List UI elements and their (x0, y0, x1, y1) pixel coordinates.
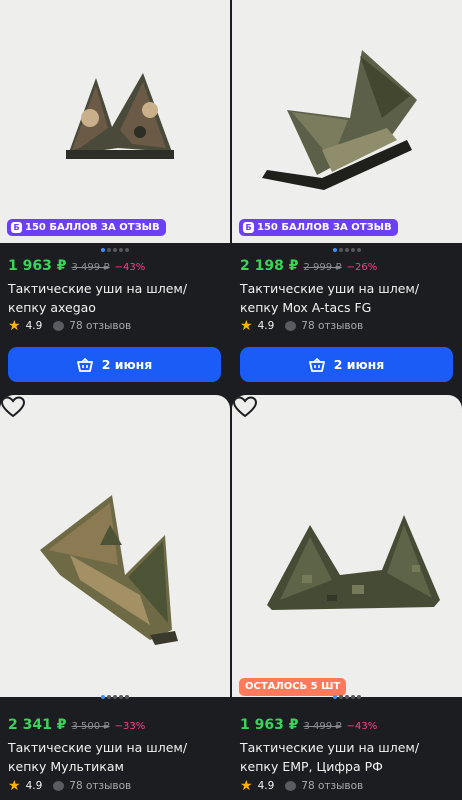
heart-icon[interactable] (232, 395, 258, 419)
heart-icon[interactable] (0, 395, 26, 419)
old-price: 3 499 ₽ (71, 262, 110, 273)
product-title[interactable]: Тактические уши на шлем/кепку Мультикам (8, 738, 224, 776)
current-price: 1 963 ₽ (240, 717, 299, 733)
chat-bubble-icon (285, 321, 297, 331)
delivery-date: 2 июня (333, 357, 385, 372)
discount: −43% (114, 262, 146, 273)
price-row: 2 341 ₽ 3 500 ₽ −33% (8, 717, 145, 733)
rating-value: 4.9 (257, 320, 275, 332)
cart-icon (76, 357, 93, 372)
old-price: 3 500 ₽ (71, 721, 110, 732)
old-price: 3 499 ₽ (303, 721, 342, 732)
review-points-badge: Б 150 БАЛЛОВ ЗА ОТЗЫВ (7, 219, 166, 236)
product-card[interactable]: Б 150 БАЛЛОВ ЗА ОТЗЫВ 1 963 ₽ 3 499 ₽ −4… (0, 0, 230, 393)
rating-value: 4.9 (257, 780, 275, 792)
pager-dot (119, 248, 123, 252)
pager-dot (339, 248, 343, 252)
points-icon: Б (243, 222, 254, 233)
pager-dot (357, 695, 361, 699)
pager-dot (357, 248, 361, 252)
reviews-count[interactable]: 78 отзывов (69, 320, 131, 332)
rating-row: ★ 4.9 78 отзывов (8, 779, 131, 793)
discount: −33% (114, 721, 146, 732)
product-image-axegao (66, 73, 174, 159)
product-photo[interactable]: Б 150 БАЛЛОВ ЗА ОТЗЫВ (0, 0, 230, 243)
pager-dot (125, 248, 129, 252)
price-row: 2 198 ₽ 2 999 ₽ −26% (240, 258, 377, 274)
pager-dot (107, 695, 111, 699)
rating-value: 4.9 (25, 780, 43, 792)
rating-row: ★ 4.9 78 отзывов (240, 319, 363, 333)
image-pager[interactable] (232, 248, 462, 252)
rating-value: 4.9 (25, 320, 43, 332)
product-photo[interactable] (0, 395, 230, 697)
chat-bubble-icon (53, 321, 65, 331)
current-price: 2 341 ₽ (8, 717, 67, 733)
badge-label: 150 БАЛЛОВ ЗА ОТЗЫВ (257, 222, 392, 233)
rating-row: ★ 4.9 78 отзывов (8, 319, 131, 333)
pager-dot (107, 248, 111, 252)
points-icon: Б (11, 222, 22, 233)
star-icon: ★ (8, 778, 21, 794)
product-photo[interactable]: ОСТАЛОСЬ 5 ШТ (232, 395, 462, 697)
image-pager[interactable] (0, 695, 230, 699)
product-title[interactable]: Тактические уши на шлем/кепку Mox A-tacs… (240, 279, 456, 317)
pager-dot (119, 695, 123, 699)
review-points-badge: Б 150 БАЛЛОВ ЗА ОТЗЫВ (239, 219, 398, 236)
pager-dot (125, 695, 129, 699)
rating-row: ★ 4.9 78 отзывов (240, 779, 363, 793)
product-title[interactable]: Тактические уши на шлем/кепку axegao (8, 279, 224, 317)
pager-dot (345, 695, 349, 699)
product-card[interactable]: Б 150 БАЛЛОВ ЗА ОТЗЫВ 2 198 ₽ 2 999 ₽ −2… (232, 0, 462, 393)
price-row: 1 963 ₽ 3 499 ₽ −43% (240, 717, 377, 733)
product-photo[interactable]: Б 150 БАЛЛОВ ЗА ОТЗЫВ (232, 0, 462, 243)
pager-dot-active (101, 248, 105, 252)
chat-bubble-icon (285, 781, 297, 791)
product-image-multicam (40, 495, 178, 645)
discount: −43% (346, 721, 378, 732)
pager-dot-active (333, 695, 337, 699)
product-title[interactable]: Тактические уши на шлем/кепку EMP, Цифра… (240, 738, 456, 776)
add-to-cart-button[interactable]: 2 июня (240, 347, 453, 382)
price-row: 1 963 ₽ 3 499 ₽ −43% (8, 258, 145, 274)
pager-dot-active (333, 248, 337, 252)
pager-dot (113, 695, 117, 699)
product-card[interactable]: ОСТАЛОСЬ 5 ШТ 1 963 ₽ 3 499 ₽ −43% Такти… (232, 395, 462, 800)
stock-left-badge: ОСТАЛОСЬ 5 ШТ (239, 678, 347, 696)
old-price: 2 999 ₽ (303, 262, 342, 273)
pager-dot (339, 695, 343, 699)
badge-label: 150 БАЛЛОВ ЗА ОТЗЫВ (25, 222, 160, 233)
current-price: 2 198 ₽ (240, 258, 299, 274)
pager-dot (351, 695, 355, 699)
pager-dot (351, 248, 355, 252)
delivery-date: 2 июня (101, 357, 153, 372)
pager-dot-active (101, 695, 105, 699)
star-icon: ★ (240, 778, 253, 794)
reviews-count[interactable]: 78 отзывов (301, 320, 363, 332)
reviews-count[interactable]: 78 отзывов (301, 780, 363, 792)
star-icon: ★ (240, 318, 253, 334)
product-card[interactable]: 2 341 ₽ 3 500 ₽ −33% Тактические уши на … (0, 395, 230, 800)
pager-dot (345, 248, 349, 252)
cart-icon (308, 357, 325, 372)
chat-bubble-icon (53, 781, 65, 791)
image-pager[interactable] (0, 248, 230, 252)
reviews-count[interactable]: 78 отзывов (69, 780, 131, 792)
image-pager[interactable] (232, 695, 462, 699)
add-to-cart-button[interactable]: 2 июня (8, 347, 221, 382)
current-price: 1 963 ₽ (8, 258, 67, 274)
pager-dot (113, 248, 117, 252)
discount: −26% (346, 262, 378, 273)
product-image-emp (267, 515, 440, 610)
product-image-atacs (262, 50, 417, 190)
star-icon: ★ (8, 318, 21, 334)
